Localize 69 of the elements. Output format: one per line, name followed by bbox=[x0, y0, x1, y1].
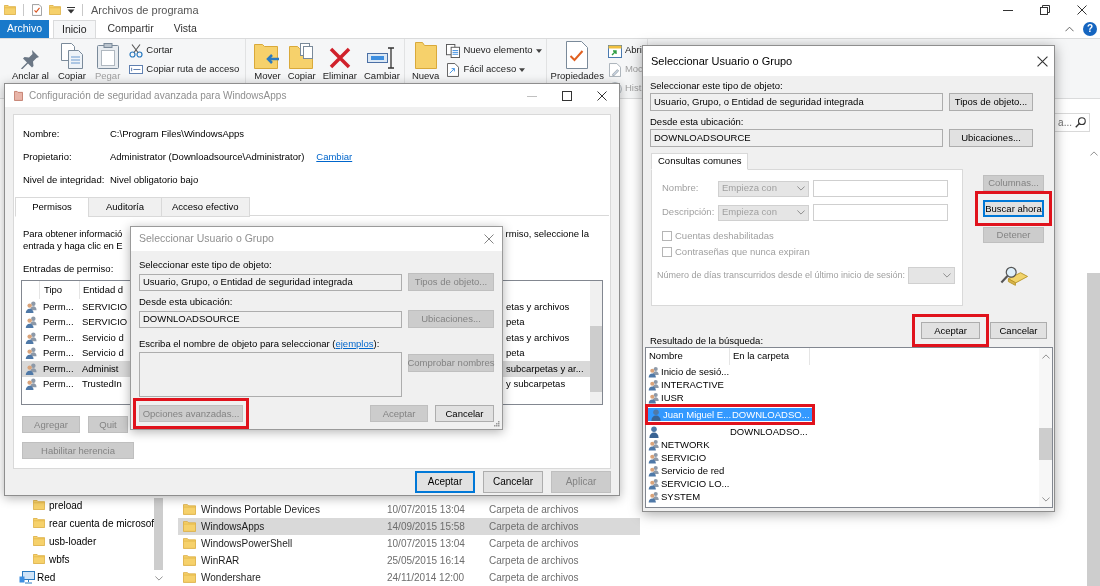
description-text: entrada y haga clic en E bbox=[23, 240, 123, 252]
table-cell-text: Administ bbox=[81, 361, 119, 376]
file-name: Windows Portable Devices bbox=[201, 503, 321, 517]
field-label: Nombre: bbox=[662, 181, 700, 196]
file-type: Carpeta de archivos bbox=[489, 503, 579, 517]
description-text: rmiso, seleccione la bbox=[505, 228, 589, 240]
file-name: WindowsPowerShell bbox=[201, 537, 294, 551]
file-name: WindowsApps bbox=[201, 520, 266, 534]
table-cell-text: etas y archivos bbox=[506, 330, 571, 345]
field-label: Seleccionar este tipo de objeto: bbox=[139, 259, 272, 271]
file-name: Wondershare bbox=[201, 571, 262, 585]
section-label: Entradas de permiso: bbox=[23, 263, 114, 275]
table-cell-text: Servicio de red bbox=[661, 464, 726, 477]
table-cell: SERVICIO LO... bbox=[661, 477, 730, 490]
section-label: Resultado de la búsqueda: bbox=[650, 335, 764, 347]
field-value: Administrator (Downloadsource\Administrator) bbox=[110, 150, 305, 164]
field-value: Nivel obligatorio bajo bbox=[110, 173, 199, 187]
table-cell-text: y subcarpetas bbox=[506, 377, 567, 392]
file-date: 10/07/2015 13:04 bbox=[387, 503, 466, 517]
table-cell-text: SYSTEM bbox=[661, 490, 702, 503]
table-cell-text: Perm... bbox=[42, 315, 75, 330]
table-cell-text: Perm... bbox=[42, 361, 75, 376]
checkbox-label: Cuentas deshabilitadas bbox=[675, 228, 774, 243]
table-cell-text: Perm... bbox=[42, 299, 75, 314]
table-cell-text: peta bbox=[506, 315, 526, 330]
file-type: Carpeta de archivos bbox=[489, 520, 579, 534]
field-label: Desde esta ubicación: bbox=[650, 116, 744, 128]
checkbox-label: Contraseñas que nunca expiran bbox=[675, 244, 810, 259]
table-cell-text: Perm... bbox=[42, 346, 75, 361]
window-title: Seleccionar Usuario o Grupo bbox=[651, 53, 793, 69]
table-cell-text: INTERACTIVE bbox=[661, 378, 725, 391]
table-cell: DOWNLOADSO... bbox=[730, 425, 808, 438]
table-cell-text: SERVICIO bbox=[81, 315, 128, 330]
file-type: Carpeta de archivos bbox=[489, 571, 579, 585]
table-cell-text: SERVICIO bbox=[661, 451, 708, 464]
table-cell-text: NETWORK bbox=[661, 438, 711, 451]
field-label: Seleccionar este tipo de objeto: bbox=[650, 80, 783, 92]
instruction-text: Escriba el nombre de objeto para seleccionar (ejemplos): bbox=[139, 338, 380, 350]
field-label: Desde esta ubicación: bbox=[139, 296, 233, 308]
table-cell: Juan Miguel E... bbox=[663, 408, 732, 421]
window-title: Seleccionar Usuario o Grupo bbox=[139, 231, 274, 247]
description-text: Para obtener informació bbox=[23, 228, 123, 240]
field-label: Descripción: bbox=[662, 205, 716, 220]
file-type: Carpeta de archivos bbox=[489, 537, 579, 551]
table-cell-text: Servicio d bbox=[81, 330, 124, 345]
field-label: Propietario: bbox=[23, 150, 72, 164]
file-date: 10/07/2015 13:04 bbox=[387, 537, 466, 551]
table-cell-text: etas y archivos bbox=[506, 299, 571, 314]
table-cell: DOWNLOADSO... bbox=[732, 408, 810, 421]
table-cell-text: IUSR bbox=[661, 391, 685, 404]
table-cell-text: subcarpetas y ar... bbox=[506, 361, 585, 376]
file-date: 25/05/2015 16:14 bbox=[387, 554, 466, 568]
table-cell-text: Servicio d bbox=[81, 346, 124, 361]
file-date: 14/09/2015 15:58 bbox=[387, 520, 466, 534]
file-name: WinRAR bbox=[201, 554, 241, 568]
table-cell-text: TrustedIn bbox=[81, 377, 122, 392]
file-date: 24/11/2014 12:00 bbox=[387, 571, 466, 585]
table-cell-text: SERVICIO bbox=[81, 299, 128, 314]
field-label: Nivel de integridad: bbox=[23, 173, 105, 187]
window-title: Configuración de seguridad avanzada para WindowsApps bbox=[29, 89, 287, 103]
field-label: Número de días transcurridos desde el último inicio de sesión: bbox=[657, 268, 906, 282]
window-title: Archivos de programa bbox=[91, 2, 199, 18]
field-value: C:\Program Files\WindowsApps bbox=[110, 127, 245, 141]
file-type: Carpeta de archivos bbox=[489, 554, 579, 568]
table-cell-text: peta bbox=[506, 346, 526, 361]
field-label: Nombre: bbox=[23, 127, 60, 141]
table-cell-text: Perm... bbox=[42, 330, 75, 345]
table-cell-text: Perm... bbox=[42, 377, 75, 392]
table-cell: Inicio de sesió... bbox=[661, 365, 730, 378]
